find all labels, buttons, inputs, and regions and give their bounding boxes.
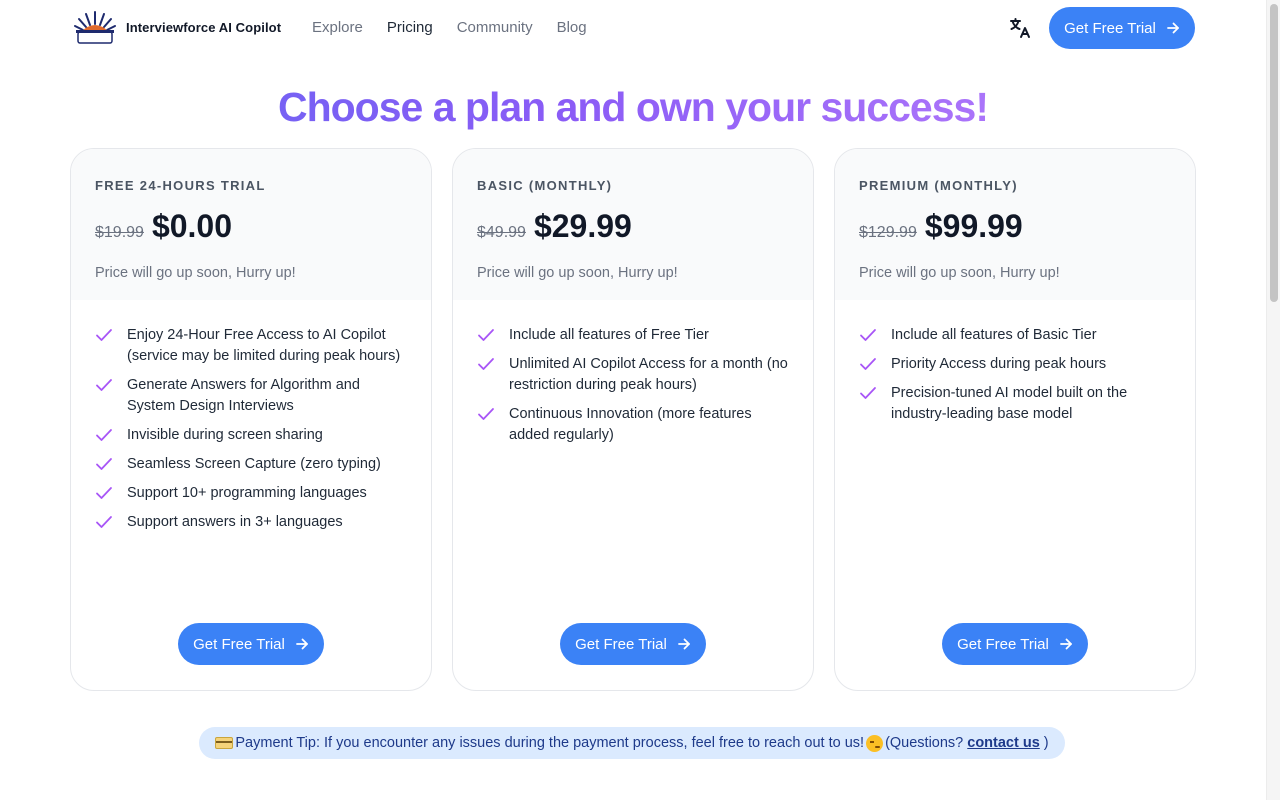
feature-item: Support answers in 3+ languages bbox=[95, 512, 407, 533]
plan-get-free-trial-button[interactable]: Get Free Trial bbox=[178, 623, 324, 665]
main-nav: Explore Pricing Community Blog bbox=[312, 19, 587, 36]
plan-card-header: FREE 24-HOURS TRIAL $19.99 $0.00 Price w… bbox=[71, 149, 431, 300]
check-icon bbox=[478, 329, 494, 341]
feature-list: Include all features of Free Tier Unlimit… bbox=[453, 300, 813, 446]
price-row: $49.99 $29.99 bbox=[477, 208, 789, 245]
current-price: $99.99 bbox=[924, 208, 1023, 244]
plan-get-free-trial-button[interactable]: Get Free Trial bbox=[942, 623, 1088, 665]
feature-item: Seamless Screen Capture (zero typing) bbox=[95, 454, 407, 475]
feature-list: Enjoy 24-Hour Free Access to AI Copilot … bbox=[71, 300, 431, 533]
nav-item-community[interactable]: Community bbox=[457, 19, 533, 36]
header-cta-label: Get Free Trial bbox=[1064, 19, 1156, 37]
price-row: $129.99 $99.99 bbox=[859, 208, 1171, 245]
nav-item-blog[interactable]: Blog bbox=[557, 19, 587, 36]
feature-text: Seamless Screen Capture (zero typing) bbox=[127, 456, 381, 472]
scrollbar-thumb[interactable] bbox=[1270, 4, 1278, 302]
feature-text: Precision-tuned AI model built on the in… bbox=[891, 385, 1128, 422]
current-price: $0.00 bbox=[151, 208, 233, 244]
plan-cta-label: Get Free Trial bbox=[957, 635, 1049, 653]
payment-tip-banner: Payment Tip: If you encounter any issues… bbox=[199, 727, 1065, 759]
feature-item: Priority Access during peak hours bbox=[859, 354, 1171, 375]
feature-text: Generate Answers for Algorithm and Syste… bbox=[127, 377, 360, 414]
feature-item: Invisible during screen sharing bbox=[95, 425, 407, 446]
price-row: $19.99 $0.00 bbox=[95, 208, 407, 245]
feature-text: Support answers in 3+ languages bbox=[127, 514, 343, 530]
arrow-right-icon bbox=[295, 638, 308, 650]
plan-tier: PREMIUM (MONTHLY) bbox=[859, 178, 1018, 193]
feature-list: Include all features of Basic Tier Priori… bbox=[835, 300, 1195, 425]
nav-item-pricing[interactable]: Pricing bbox=[387, 19, 433, 36]
check-icon bbox=[96, 379, 112, 391]
check-icon bbox=[96, 329, 112, 341]
check-icon bbox=[860, 387, 876, 399]
feature-item: Include all features of Basic Tier bbox=[859, 325, 1171, 346]
arrow-right-icon bbox=[1059, 638, 1072, 650]
logo[interactable]: Interviewforce AI Copilot bbox=[72, 10, 281, 44]
header: Interviewforce AI Copilot Explore Pricin… bbox=[0, 0, 1266, 56]
check-icon bbox=[860, 358, 876, 370]
price-note: Price will go up soon, Hurry up! bbox=[95, 265, 296, 281]
feature-item: Generate Answers for Algorithm and Syste… bbox=[95, 375, 407, 417]
price-note: Price will go up soon, Hurry up! bbox=[859, 265, 1060, 281]
header-get-free-trial-button[interactable]: Get Free Trial bbox=[1049, 7, 1195, 49]
feature-text: Priority Access during peak hours bbox=[891, 356, 1107, 372]
check-icon bbox=[96, 516, 112, 528]
brand-name: Interviewforce AI Copilot bbox=[126, 19, 282, 35]
translate-icon[interactable] bbox=[1008, 16, 1032, 40]
smirk-face-icon bbox=[866, 734, 884, 752]
plan-cta-label: Get Free Trial bbox=[575, 635, 667, 653]
feature-text: Invisible during screen sharing bbox=[127, 427, 323, 443]
plan-tier: BASIC (MONTHLY) bbox=[477, 178, 613, 193]
feature-text: Include all features of Basic Tier bbox=[891, 327, 1097, 343]
current-price: $29.99 bbox=[533, 208, 632, 244]
check-icon bbox=[96, 487, 112, 499]
price-note: Price will go up soon, Hurry up! bbox=[477, 265, 678, 281]
questions-prefix: (Questions? bbox=[885, 735, 964, 751]
questions-suffix: ) bbox=[1043, 735, 1049, 751]
feature-item: Continuous Innovation (more features add… bbox=[477, 404, 789, 446]
page-title: Choose a plan and own your success! bbox=[0, 84, 1266, 131]
vertical-scrollbar[interactable] bbox=[1266, 0, 1280, 800]
check-icon bbox=[478, 358, 494, 370]
plan-card-free: FREE 24-HOURS TRIAL $19.99 $0.00 Price w… bbox=[70, 148, 432, 691]
payment-tip-text: Payment Tip: If you encounter any issues… bbox=[235, 735, 865, 751]
feature-item: Include all features of Free Tier bbox=[477, 325, 789, 346]
logo-mark-icon bbox=[72, 10, 118, 44]
plan-cta-label: Get Free Trial bbox=[193, 635, 285, 653]
plan-card-premium: PREMIUM (MONTHLY) $129.99 $99.99 Price w… bbox=[834, 148, 1196, 691]
nav-item-explore[interactable]: Explore bbox=[312, 19, 363, 36]
contact-us-link[interactable]: contact us bbox=[967, 735, 1040, 751]
arrow-right-icon bbox=[1166, 22, 1179, 34]
plan-card-basic: BASIC (MONTHLY) $49.99 $29.99 Price will… bbox=[452, 148, 814, 691]
feature-text: Unlimited AI Copilot Access for a month … bbox=[509, 356, 788, 393]
feature-item: Support 10+ programming languages bbox=[95, 483, 407, 504]
check-icon bbox=[96, 429, 112, 441]
feature-text: Include all features of Free Tier bbox=[509, 327, 709, 343]
plan-card-header: PREMIUM (MONTHLY) $129.99 $99.99 Price w… bbox=[835, 149, 1195, 300]
feature-item: Precision-tuned AI model built on the in… bbox=[859, 383, 1171, 425]
feature-text: Enjoy 24-Hour Free Access to AI Copilot … bbox=[127, 327, 401, 364]
old-price: $19.99 bbox=[95, 224, 144, 241]
feature-item: Enjoy 24-Hour Free Access to AI Copilot … bbox=[95, 325, 407, 367]
plan-card-header: BASIC (MONTHLY) $49.99 $29.99 Price will… bbox=[453, 149, 813, 300]
feature-text: Continuous Innovation (more features add… bbox=[509, 406, 752, 443]
plan-tier: FREE 24-HOURS TRIAL bbox=[95, 178, 266, 193]
arrow-right-icon bbox=[677, 638, 690, 650]
old-price: $129.99 bbox=[859, 224, 917, 241]
old-price: $49.99 bbox=[477, 224, 526, 241]
check-icon bbox=[860, 329, 876, 341]
check-icon bbox=[478, 408, 494, 420]
check-icon bbox=[96, 458, 112, 470]
feature-text: Support 10+ programming languages bbox=[127, 485, 367, 501]
credit-card-icon bbox=[215, 737, 234, 749]
feature-item: Unlimited AI Copilot Access for a month … bbox=[477, 354, 789, 396]
plan-get-free-trial-button[interactable]: Get Free Trial bbox=[560, 623, 706, 665]
